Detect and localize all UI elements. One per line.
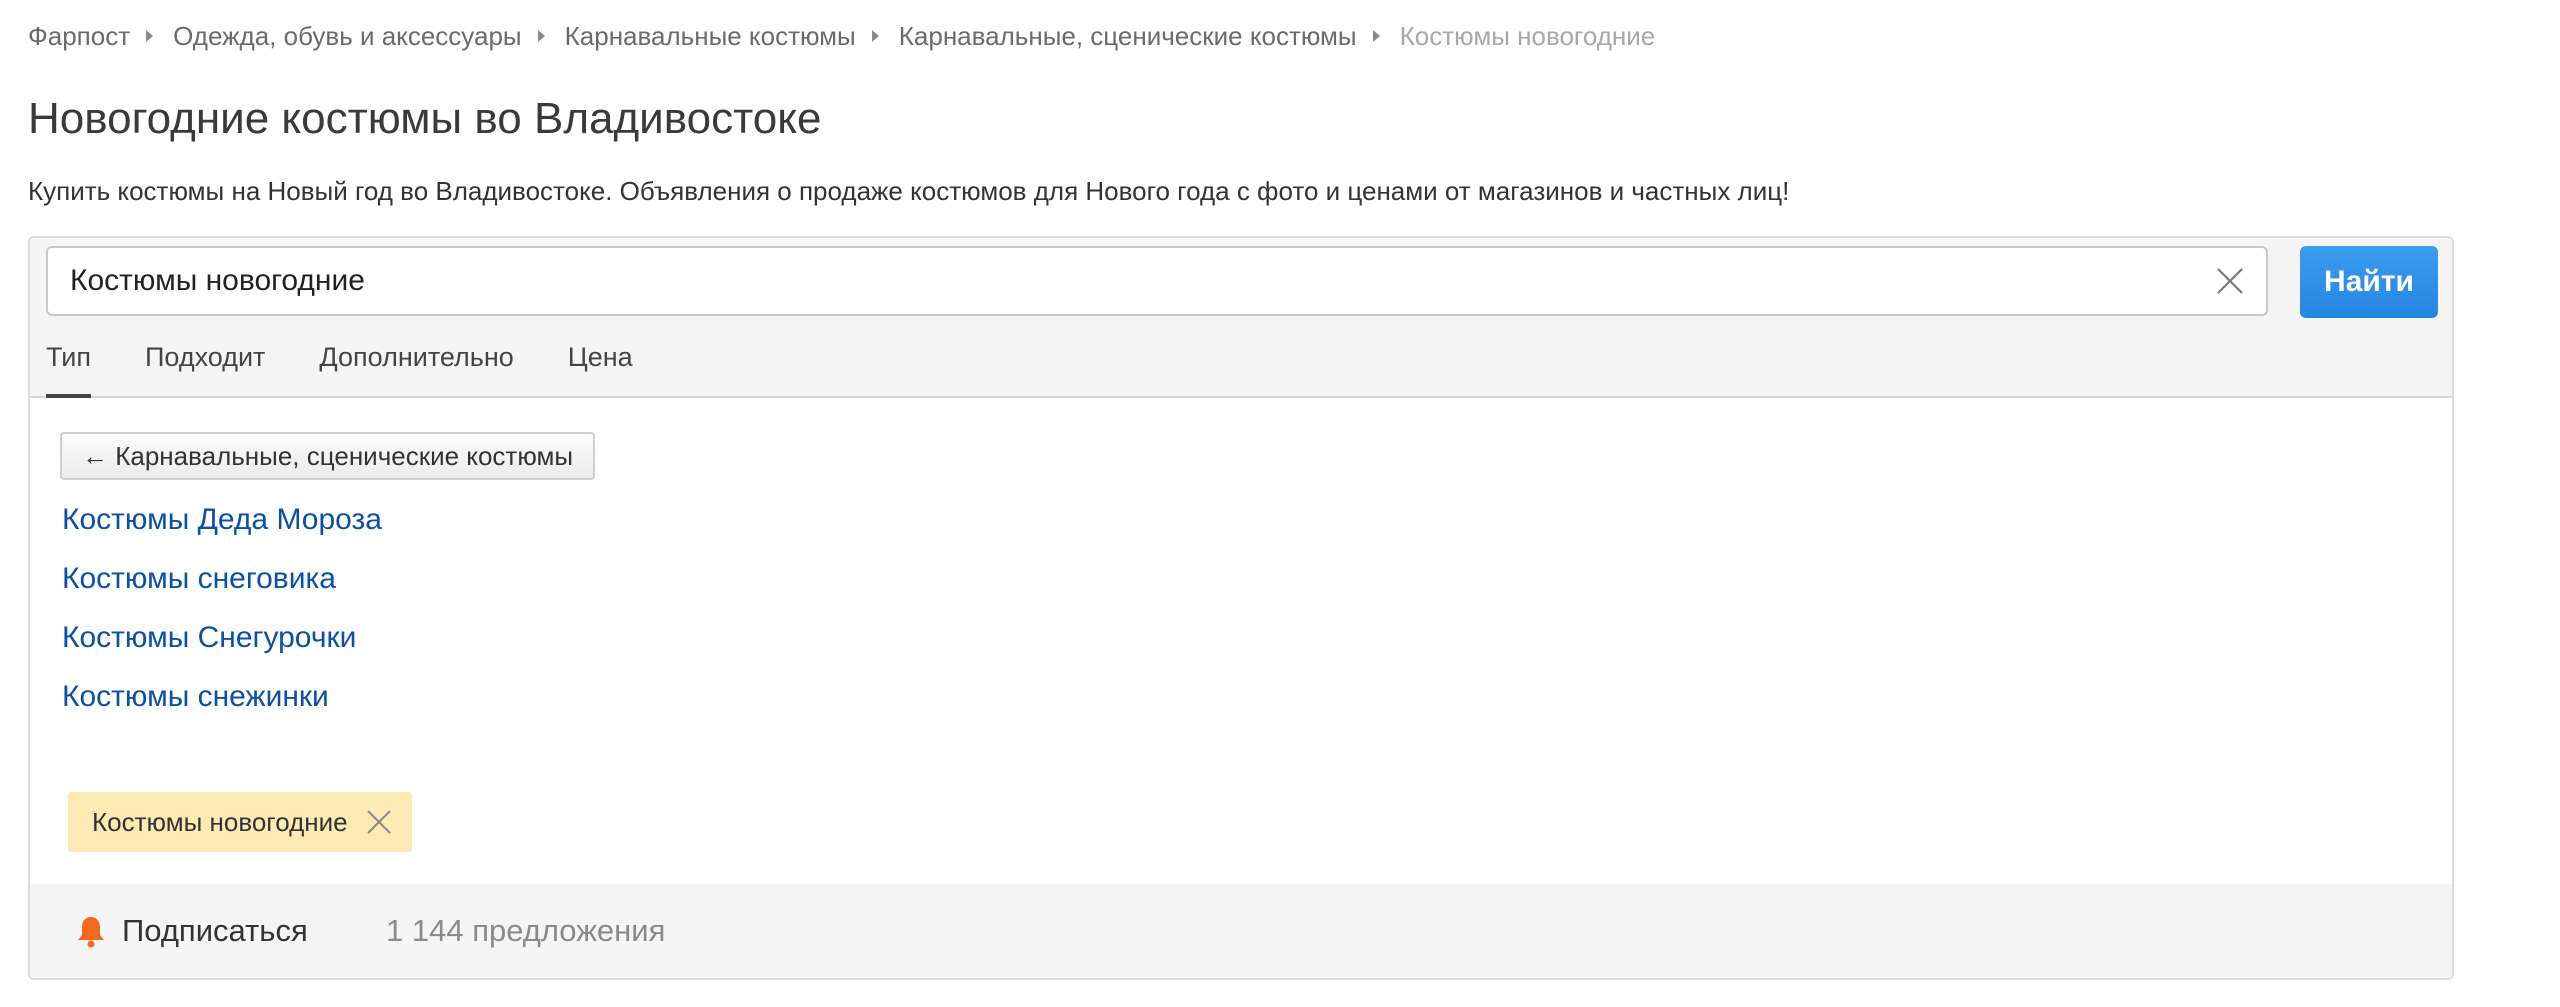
filter-tabs: Тип Подходит Дополнительно Цена	[46, 336, 687, 398]
subcategory-link-ded-moroz[interactable]: Костюмы Деда Мороза	[62, 498, 382, 557]
filter-panel: Найти Тип Подходит Дополнительно Цена ← …	[28, 236, 2454, 980]
close-icon[interactable]	[2214, 265, 2246, 297]
back-to-parent-category-button[interactable]: ← Карнавальные, сценические костюмы	[60, 432, 596, 480]
selected-filter-label: Костюмы новогодние	[92, 806, 348, 837]
breadcrumb-separator-icon	[1372, 30, 1380, 42]
subcategory-link-snowflake[interactable]: Костюмы снежинки	[62, 675, 382, 734]
subscribe-label: Подписаться	[122, 913, 308, 948]
panel-footer: Подписаться 1 144 предложения	[30, 884, 2452, 978]
tab-suits[interactable]: Подходит	[145, 336, 265, 396]
breadcrumb-current: Костюмы новогодние	[1399, 20, 1656, 51]
page-description: Купить костюмы на Новый год во Владивост…	[28, 176, 1790, 206]
close-icon[interactable]	[364, 807, 394, 837]
breadcrumb-item-carnival-costumes[interactable]: Карнавальные костюмы	[565, 21, 856, 52]
search-button[interactable]: Найти	[2300, 246, 2438, 318]
subscribe-button[interactable]: Подписаться	[76, 884, 308, 978]
search-box	[46, 246, 2268, 316]
breadcrumb-separator-icon	[146, 30, 154, 42]
breadcrumb-item-farpost[interactable]: Фарпост	[28, 21, 130, 52]
search-bar-area: Найти Тип Подходит Дополнительно Цена	[30, 238, 2452, 398]
breadcrumb: Фарпост Одежда, обувь и аксессуары Карна…	[28, 20, 1655, 52]
tab-type[interactable]: Тип	[46, 336, 92, 398]
selected-filter-chip: Костюмы новогодние	[68, 792, 412, 852]
page: Фарпост Одежда, обувь и аксессуары Карна…	[0, 0, 2560, 1007]
search-input[interactable]	[70, 248, 2170, 314]
breadcrumb-separator-icon	[871, 30, 879, 42]
breadcrumb-separator-icon	[537, 30, 545, 42]
subcategory-link-snowman[interactable]: Костюмы снеговика	[62, 557, 382, 616]
page-title: Новогодние костюмы во Владивостоке	[28, 94, 822, 143]
offers-count: 1 144 предложения	[386, 913, 666, 948]
breadcrumb-item-clothing[interactable]: Одежда, обувь и аксессуары	[173, 21, 521, 52]
breadcrumb-item-stage-costumes[interactable]: Карнавальные, сценические костюмы	[899, 21, 1357, 52]
subcategory-list: Костюмы Деда Мороза Костюмы снеговика Ко…	[62, 498, 382, 734]
tab-additional[interactable]: Дополнительно	[319, 336, 513, 396]
tab-price[interactable]: Цена	[568, 336, 633, 396]
subcategory-link-snegurochka[interactable]: Костюмы Снегурочки	[62, 616, 382, 675]
bell-icon	[78, 917, 104, 948]
